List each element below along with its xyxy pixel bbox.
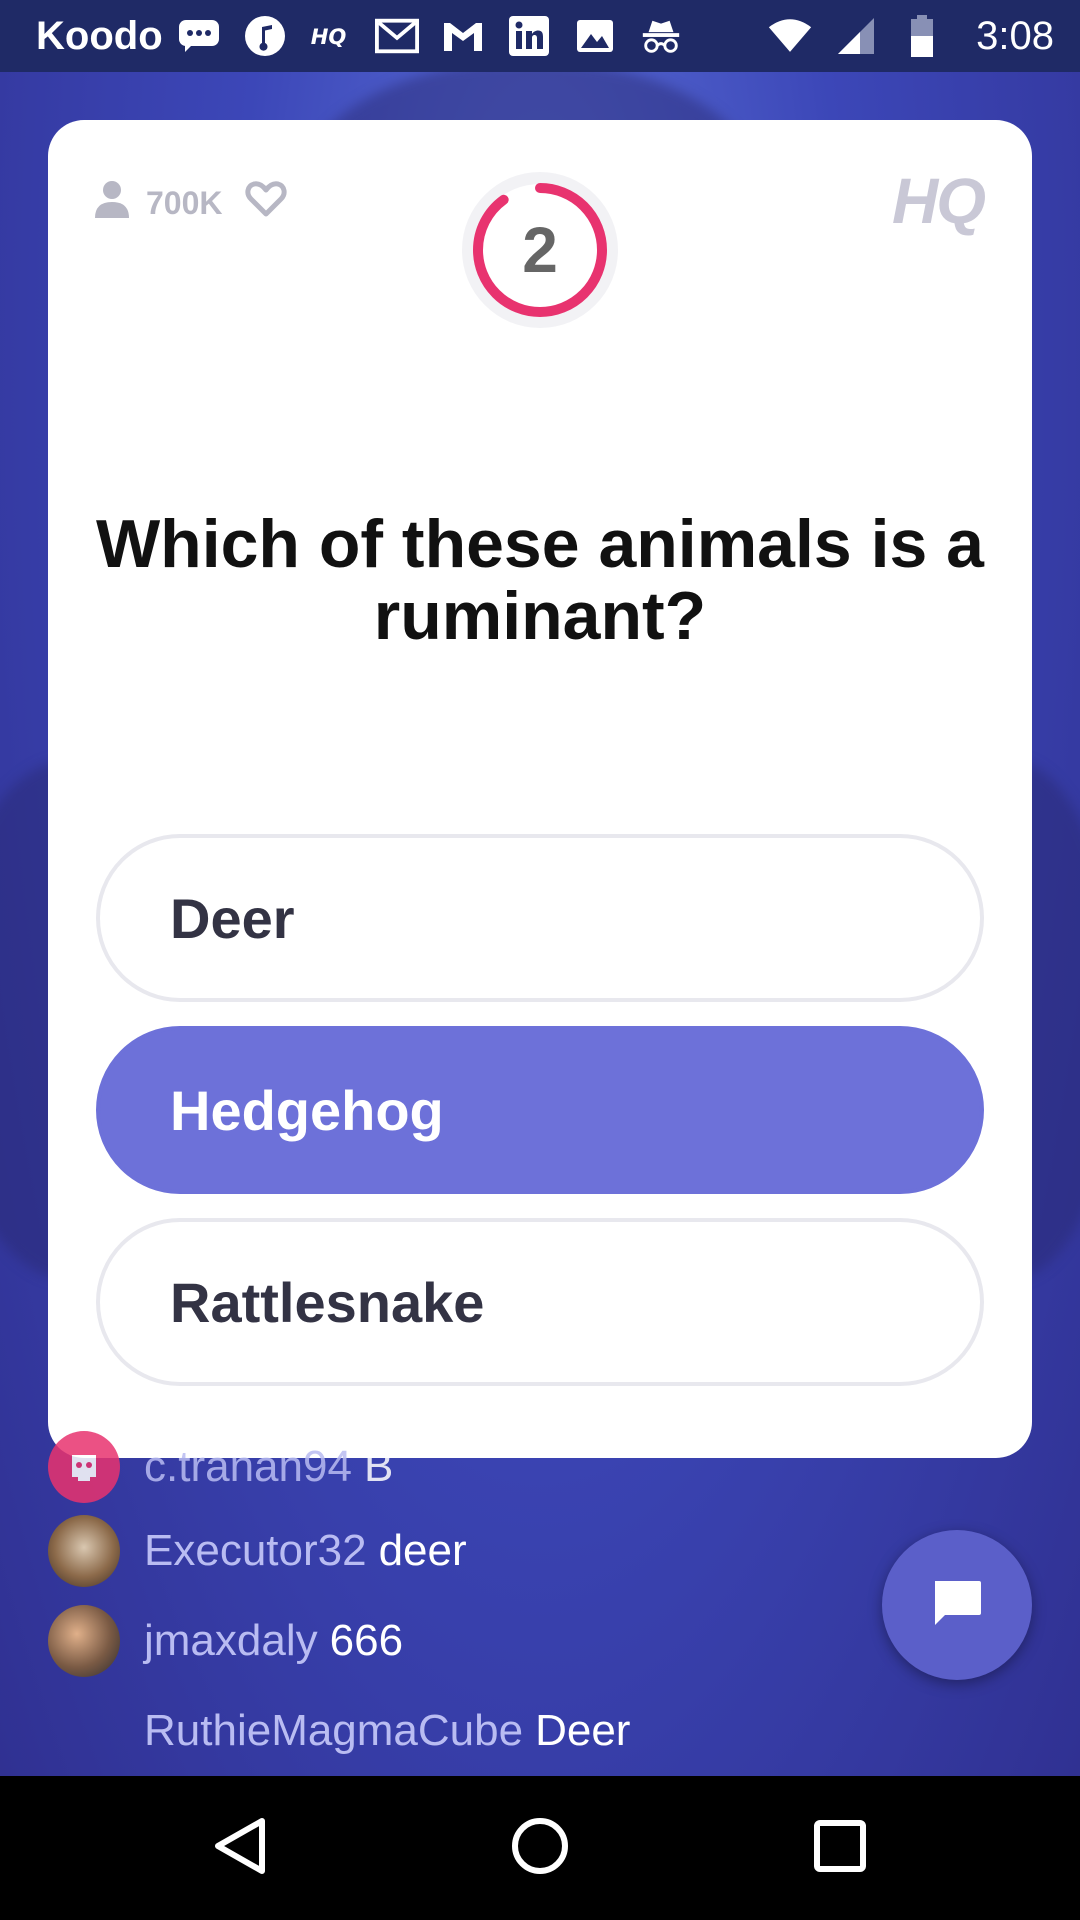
timer-value: 2: [522, 214, 558, 286]
signal-icon: [834, 14, 878, 58]
open-chat-button[interactable]: [882, 1530, 1032, 1680]
music-icon: [243, 14, 287, 58]
battery-icon: [900, 14, 944, 58]
hq-icon: HQ: [309, 14, 353, 58]
status-bar: Koodo HQ 3:08: [0, 0, 1080, 72]
back-button[interactable]: [168, 1776, 312, 1920]
hq-logo: HQ: [892, 165, 986, 237]
home-icon: [510, 1816, 570, 1881]
chat-bubble-icon: [927, 1573, 987, 1638]
recents-icon: [812, 1818, 868, 1879]
chat-message: RuthieMagmaCube Deer: [48, 1694, 630, 1768]
app-screen: Koodo HQ 3:08 700K 2 HQ Which of these a…: [0, 0, 1080, 1920]
linkedin-icon: [507, 14, 551, 58]
back-icon: [212, 1816, 268, 1881]
chat-bubble-icon: [177, 14, 221, 58]
chat-username: Executor32: [144, 1526, 367, 1575]
recents-button[interactable]: [768, 1776, 912, 1920]
navigation-bar: [0, 1776, 1080, 1920]
avatar: [48, 1515, 120, 1587]
carrier-name: Koodo: [36, 13, 163, 58]
incognito-icon: [639, 14, 683, 58]
chat-text: 666: [329, 1616, 404, 1665]
avatar: [48, 1431, 120, 1503]
question-text: Which of these animals is a ruminant?: [95, 506, 985, 654]
chat-username: RuthieMagmaCube: [144, 1706, 524, 1755]
chat-username: c.tranan94: [144, 1442, 352, 1491]
chat-text: deer: [378, 1526, 467, 1575]
countdown-timer: 2: [458, 168, 622, 332]
wifi-icon: [768, 14, 812, 58]
chat-username: jmaxdaly: [144, 1616, 318, 1665]
avatar: [48, 1605, 120, 1677]
gmail-icon: [374, 14, 419, 58]
gmail-icon: [441, 14, 485, 58]
answer-option-3[interactable]: Rattlesnake: [96, 1218, 984, 1386]
system-status-icons: 3:08: [768, 14, 1054, 59]
image-icon: [573, 14, 617, 58]
chat-message: c.tranan94 B: [48, 1430, 393, 1504]
notification-icons: HQ: [177, 14, 683, 58]
chat-text: B: [363, 1442, 394, 1491]
chat-message: Executor32 deer: [48, 1514, 467, 1588]
chat-message: jmaxdaly 666: [48, 1604, 403, 1678]
clock: 3:08: [976, 13, 1054, 58]
answer-option-1[interactable]: Deer: [96, 834, 984, 1002]
person-icon: [92, 178, 132, 228]
answer-option-2-selected[interactable]: Hedgehog: [96, 1026, 984, 1194]
avatar: [48, 1695, 120, 1767]
chat-text: Deer: [535, 1706, 631, 1755]
question-card: 700K 2 HQ Which of these animals is a ru…: [48, 120, 1032, 1458]
heart-icon[interactable]: [244, 180, 287, 226]
home-button[interactable]: [468, 1776, 612, 1920]
svg-text:HQ: HQ: [310, 24, 346, 49]
player-count: 700K: [92, 178, 287, 228]
player-count-value: 700K: [146, 184, 223, 221]
